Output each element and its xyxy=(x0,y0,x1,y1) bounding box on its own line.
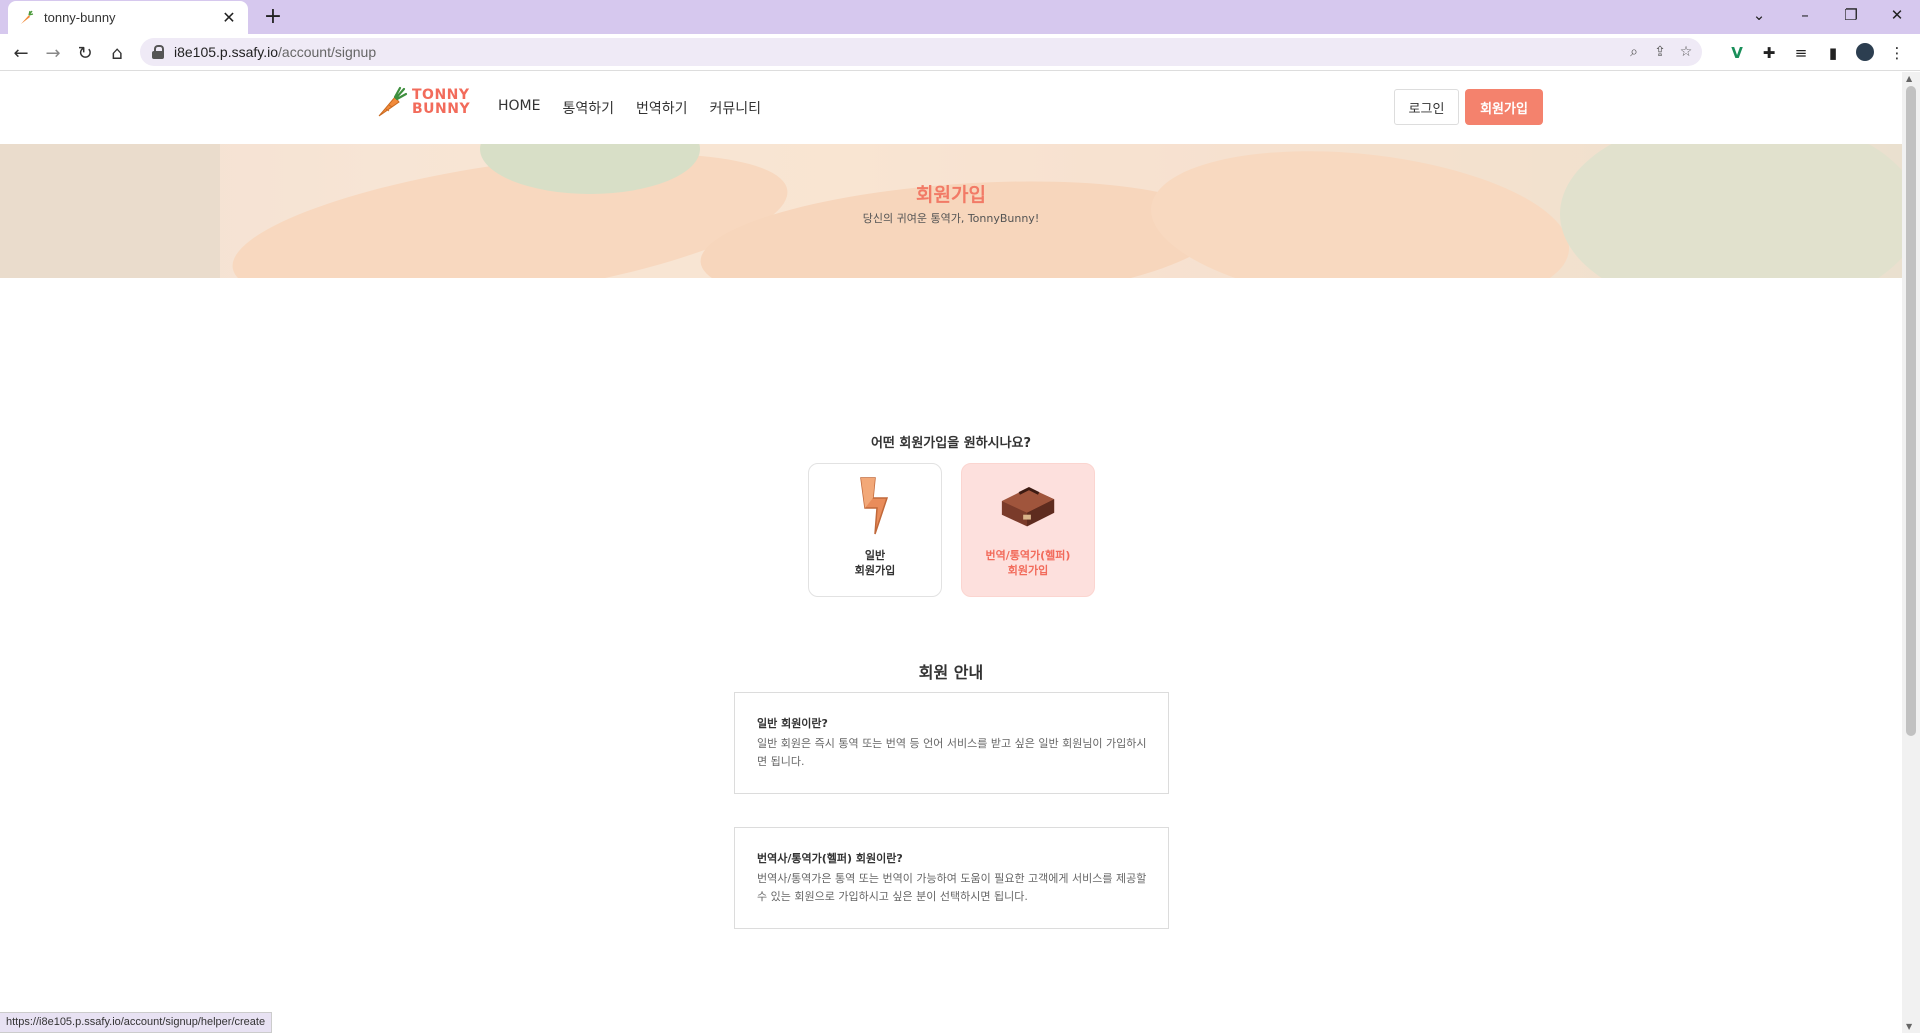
member-info-title: 회원 안내 xyxy=(918,663,984,682)
url-text: i8e105.p.ssafy.io/account/signup xyxy=(174,44,376,60)
tab-title: tonny-bunny xyxy=(44,10,116,25)
browser-tab[interactable]: tonny-bunny ✕ xyxy=(8,1,248,34)
zoom-icon[interactable]: ⌕ xyxy=(1624,42,1644,62)
restore-icon[interactable]: ❐ xyxy=(1828,0,1874,30)
url-path: /account/signup xyxy=(278,44,377,60)
briefcase-icon xyxy=(998,476,1058,536)
address-bar[interactable]: i8e105.p.ssafy.io/account/signup ⌕ ⇪ ☆ xyxy=(140,38,1702,66)
page-subtitle: 당신의 귀여운 통역가, TonnyBunny! xyxy=(862,212,1040,225)
normal-signup-label-line-2: 회원가입 xyxy=(854,564,896,577)
normal-signup-card[interactable]: 일반 회원가입 xyxy=(808,463,942,597)
normal-member-info-heading: 일반 회원이란? xyxy=(757,717,828,730)
logo-line-1: TONNY xyxy=(412,87,470,103)
back-icon[interactable]: ← xyxy=(8,40,34,66)
extensions-puzzle-icon[interactable]: ✚ xyxy=(1759,43,1779,63)
reading-list-icon[interactable]: ≡ xyxy=(1791,43,1811,63)
lock-icon xyxy=(152,45,164,59)
normal-signup-label: 일반 회원가입 xyxy=(855,548,895,578)
nav-interpret[interactable]: 통역하기 xyxy=(562,98,614,118)
share-icon[interactable]: ⇪ xyxy=(1650,42,1670,62)
carrot-logo-icon xyxy=(378,86,408,117)
page-title: 회원가입 xyxy=(916,184,986,206)
site-logo[interactable]: TONNY BUNNY xyxy=(376,85,470,119)
normal-member-info-box: 일반 회원이란? 일반 회원은 즉시 통역 또는 번역 등 언어 서비스를 받고… xyxy=(734,692,1169,794)
helper-signup-label-line-1: 번역/통역가(헬퍼) xyxy=(985,549,1071,562)
hero-banner: 회원가입 당신의 귀여운 통역가, TonnyBunny! xyxy=(0,144,1902,278)
new-tab-icon[interactable]: + xyxy=(260,5,286,31)
normal-member-info-text: 일반 회원은 즉시 통역 또는 번역 등 언어 서비스를 받고 싶은 일반 회원… xyxy=(757,737,1147,768)
forward-icon[interactable]: → xyxy=(40,40,66,66)
nav-community[interactable]: 커뮤니티 xyxy=(710,98,762,118)
tab-search-icon[interactable]: ⌄ xyxy=(1736,0,1782,30)
scroll-down-arrow-icon[interactable]: ▼ xyxy=(1906,1022,1912,1031)
helper-signup-card[interactable]: 번역/통역가(헬퍼) 회원가입 xyxy=(961,463,1095,597)
browser-titlebar: tonny-bunny ✕ + ⌄ – ❐ ✕ xyxy=(0,0,1920,34)
web-page: TONNY BUNNY HOME 통역하기 번역하기 커뮤니티 로그인 회원가입… xyxy=(0,72,1902,1033)
signup-type-question: 어떤 회원가입을 원하시나요? xyxy=(870,436,1032,451)
nav-translate[interactable]: 번역하기 xyxy=(636,98,688,118)
minimize-icon[interactable]: – xyxy=(1782,0,1828,30)
helper-member-info-box: 번역사/통역가(헬퍼) 회원이란? 번역사/통역가은 통역 또는 번역이 가능하… xyxy=(734,827,1169,929)
logo-line-2: BUNNY xyxy=(412,101,471,117)
site-header: TONNY BUNNY HOME 통역하기 번역하기 커뮤니티 로그인 회원가입 xyxy=(0,72,1902,144)
profile-avatar-icon[interactable] xyxy=(1855,43,1875,63)
normal-signup-label-line-1: 일반 xyxy=(864,549,886,562)
tab-close-icon[interactable]: ✕ xyxy=(220,8,238,27)
page-scrollbar[interactable]: ▲ ▼ xyxy=(1902,72,1920,1033)
vue-devtools-icon[interactable]: V xyxy=(1727,43,1747,63)
close-window-icon[interactable]: ✕ xyxy=(1874,0,1920,30)
carrot-favicon-icon xyxy=(18,10,34,26)
reload-icon[interactable]: ↻ xyxy=(72,40,98,66)
nav-home[interactable]: HOME xyxy=(498,98,540,118)
scroll-up-arrow-icon[interactable]: ▲ xyxy=(1906,74,1912,83)
signup-button[interactable]: 회원가입 xyxy=(1465,89,1543,125)
url-host: i8e105.p.ssafy.io xyxy=(174,44,279,60)
side-panel-icon[interactable]: ▮ xyxy=(1823,43,1843,63)
helper-signup-label: 번역/통역가(헬퍼) 회원가입 xyxy=(986,548,1071,578)
link-status-bar: https://i8e105.p.ssafy.io/account/signup… xyxy=(0,1012,273,1033)
main-nav: HOME 통역하기 번역하기 커뮤니티 xyxy=(498,98,761,118)
helper-member-info-heading: 번역사/통역가(헬퍼) 회원이란? xyxy=(757,852,903,865)
login-button[interactable]: 로그인 xyxy=(1394,89,1459,125)
scroll-thumb[interactable] xyxy=(1906,86,1916,736)
browser-menu-icon[interactable]: ⋮ xyxy=(1887,43,1907,63)
helper-signup-label-line-2: 회원가입 xyxy=(1007,564,1049,577)
helper-member-info-text: 번역사/통역가은 통역 또는 번역이 가능하여 도움이 필요한 고객에게 서비스… xyxy=(757,872,1147,903)
lightning-icon xyxy=(845,476,905,536)
bookmark-star-icon[interactable]: ☆ xyxy=(1676,42,1696,62)
browser-toolbar: ← → ↻ ⌂ i8e105.p.ssafy.io/account/signup… xyxy=(0,34,1920,71)
home-icon[interactable]: ⌂ xyxy=(104,40,130,66)
